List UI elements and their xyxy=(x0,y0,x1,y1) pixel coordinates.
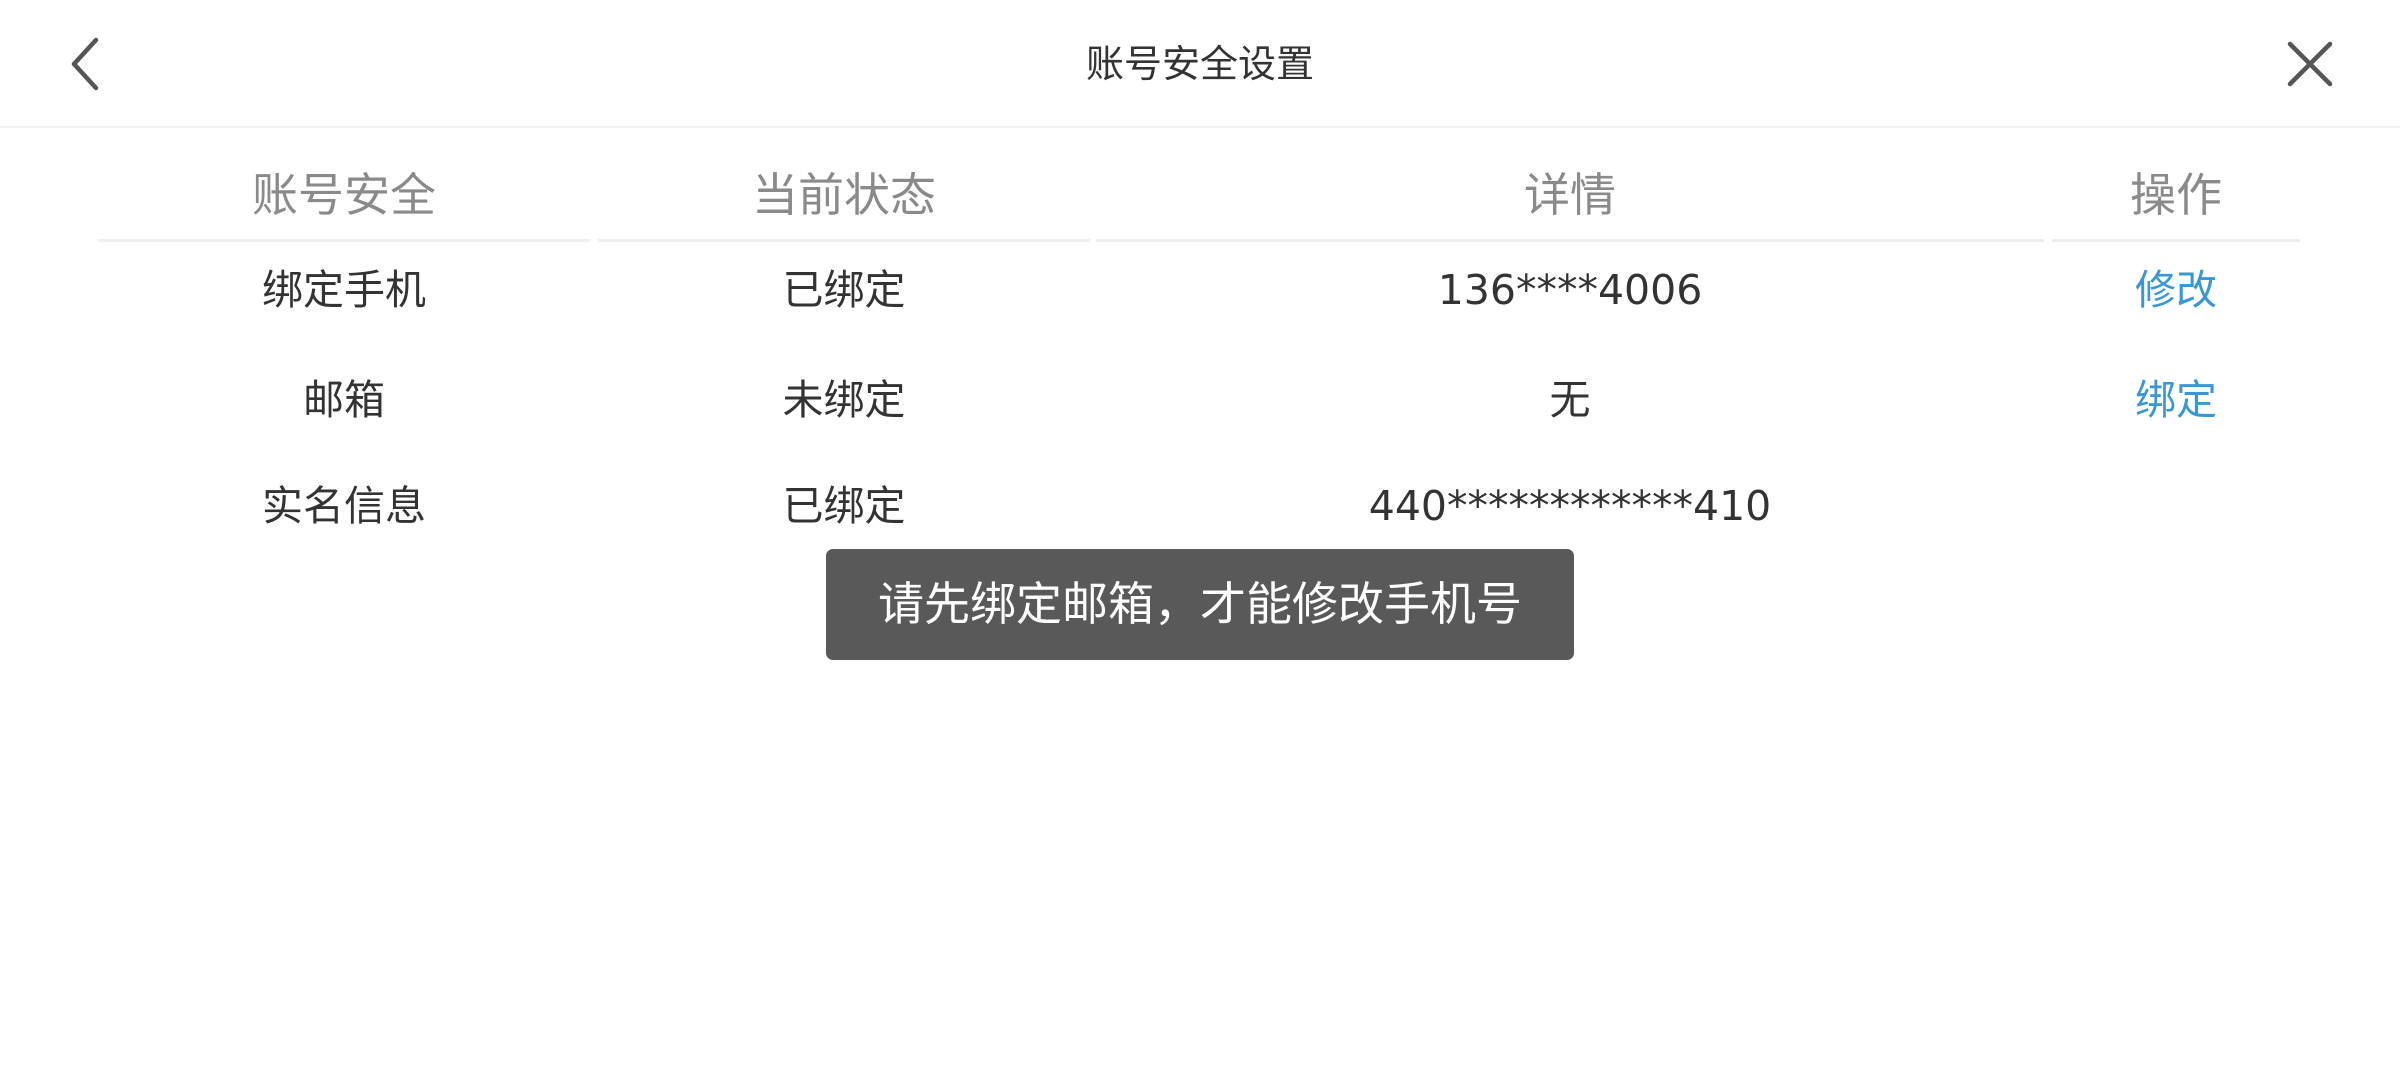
column-header-status: 当前状态 xyxy=(598,128,1090,242)
table-header-row: 账号安全 当前状态 详情 操作 xyxy=(0,128,2400,244)
row-status: 未绑定 xyxy=(782,376,906,424)
modify-phone-button[interactable]: 修改 xyxy=(2052,244,2300,350)
row-item-label: 绑定手机 xyxy=(262,266,426,314)
back-button[interactable] xyxy=(50,28,122,100)
account-security-page: 账号安全设置 账号安全 当前状态 详情 操作 绑定手机 已绑定 136****4… xyxy=(0,0,2400,1080)
chevron-left-icon xyxy=(71,37,99,91)
row-detail: 136****4006 xyxy=(1437,266,1703,314)
page-title: 账号安全设置 xyxy=(1085,42,1314,86)
row-status: 已绑定 xyxy=(782,482,906,530)
row-status: 已绑定 xyxy=(782,266,906,314)
column-header-detail: 详情 xyxy=(1096,128,2044,242)
row-detail: 440************410 xyxy=(1368,482,1772,530)
table-row-email: 邮箱 未绑定 无 绑定 xyxy=(0,350,2400,456)
row-item-label: 邮箱 xyxy=(303,376,385,424)
row-detail: 无 xyxy=(1549,376,1591,424)
bind-email-button[interactable]: 绑定 xyxy=(2052,350,2300,456)
table-row-phone: 绑定手机 已绑定 136****4006 修改 xyxy=(0,244,2400,350)
row-item-label: 实名信息 xyxy=(262,482,426,530)
column-header-account-security: 账号安全 xyxy=(98,128,590,242)
row-action-empty xyxy=(2052,456,2300,562)
close-icon xyxy=(2287,41,2333,87)
close-button[interactable] xyxy=(2274,28,2346,100)
column-header-action: 操作 xyxy=(2052,128,2300,242)
security-table: 账号安全 当前状态 详情 操作 绑定手机 已绑定 136****4006 修改 … xyxy=(0,128,2400,562)
table-row-real-name: 实名信息 已绑定 440************410 xyxy=(0,456,2400,562)
toast-message: 请先绑定邮箱，才能修改手机号 xyxy=(826,549,1574,660)
header-bar: 账号安全设置 xyxy=(0,0,2400,128)
